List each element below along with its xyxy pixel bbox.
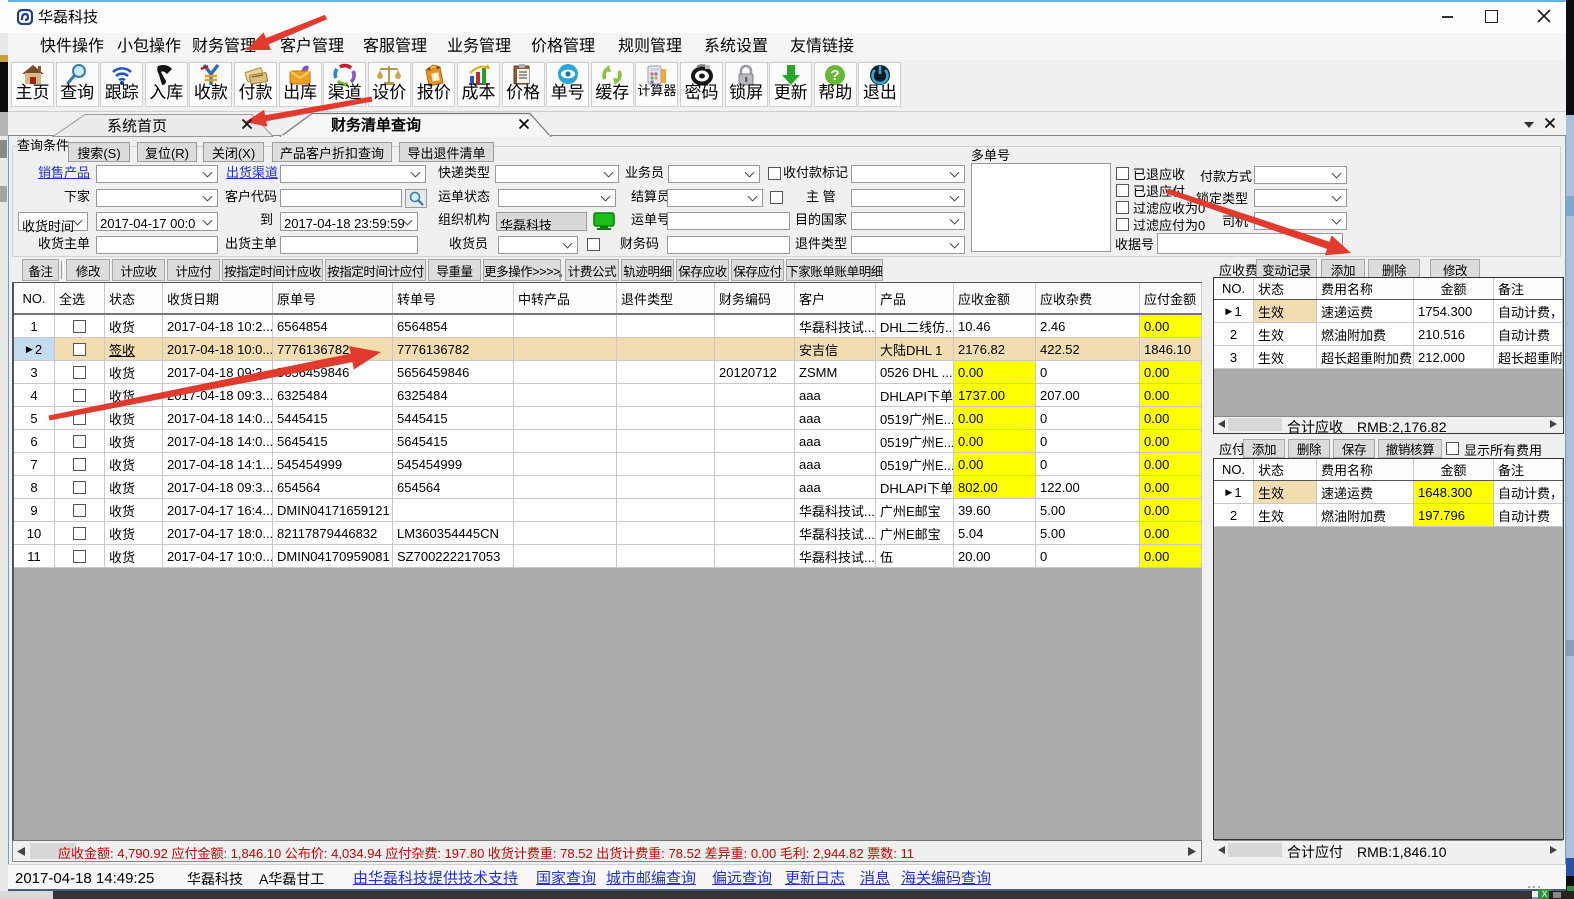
svg-text:?: ? — [831, 67, 840, 84]
